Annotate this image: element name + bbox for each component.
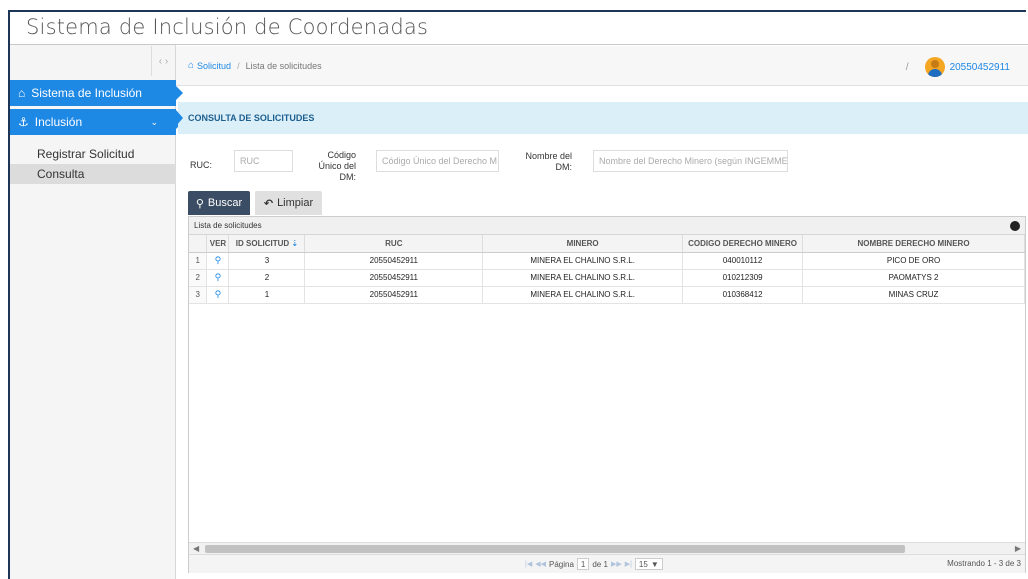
results-grid: Lista de solicitudes VER ID SOLICITUD ⇣ … xyxy=(188,216,1026,573)
breadcrumb-link-solicitud[interactable]: Solicitud xyxy=(197,61,231,71)
undo-icon: ↶ xyxy=(263,197,274,210)
magnifier-icon[interactable]: ⚲ xyxy=(215,289,222,299)
collapse-icon[interactable] xyxy=(1010,221,1020,231)
sort-icon: ⇣ xyxy=(291,238,299,248)
table-row[interactable]: 2 ⚲ 2 20550452911 MINERA EL CHALINO S.R.… xyxy=(189,269,1025,287)
user-separator: / xyxy=(905,61,909,73)
sidebar-item-inclusion[interactable]: ⚓ Inclusión ⌄ xyxy=(10,109,183,135)
rows-per-page-select[interactable]: 15 ▼ xyxy=(634,558,663,570)
home-icon[interactable]: ⌂ xyxy=(188,60,194,71)
last-page-icon[interactable]: ▶| xyxy=(625,560,632,568)
column-header xyxy=(189,235,208,253)
column-header-label: ID SOLICITUD xyxy=(235,238,290,248)
sidebar-subitem-registrar-solicitud[interactable]: Registrar Solicitud xyxy=(10,144,176,164)
table-row[interactable]: 1 ⚲ 3 20550452911 MINERA EL CHALINO S.R.… xyxy=(189,252,1025,270)
table-header-row: VER ID SOLICITUD ⇣ RUC MINERO CODIGO DER… xyxy=(189,235,1025,253)
user-name[interactable]: 20550452911 xyxy=(950,62,1010,73)
column-header-codigo[interactable]: CODIGO DERECHO MINERO xyxy=(682,235,804,253)
pager-controls: |◀ ◀◀ Página 1 de 1 ▶▶ ▶| 15 ▼ xyxy=(525,558,663,570)
column-header-ver[interactable]: VER xyxy=(206,235,230,253)
app-title: Sistema de Inclusión de Coordenadas xyxy=(26,15,429,39)
anchor-icon: ⚓ xyxy=(18,115,29,129)
sidebar-item-label: Sistema de Inclusión xyxy=(31,86,142,100)
search-icon: ⚲ xyxy=(195,197,204,210)
column-header-minero[interactable]: MINERO xyxy=(482,235,684,253)
avatar xyxy=(924,57,945,77)
sidebar-item-label: Inclusión xyxy=(34,115,83,129)
home-icon: ⌂ xyxy=(18,86,26,100)
cell-id: 3 xyxy=(228,252,306,270)
view-cell[interactable]: ⚲ xyxy=(206,252,230,270)
breadcrumb: ⌂ Solicitud / Lista de solicitudes xyxy=(188,60,322,71)
cell-minero: MINERA EL CHALINO S.R.L. xyxy=(482,269,684,287)
grid-caption-label: Lista de solicitudes xyxy=(194,221,262,230)
cell-codigo: 010212309 xyxy=(682,269,804,287)
scrollbar-thumb[interactable] xyxy=(205,545,905,553)
column-header-ruc[interactable]: RUC xyxy=(304,235,484,253)
search-button[interactable]: ⚲ Buscar xyxy=(188,191,250,215)
cell-nombre: MINAS CRUZ xyxy=(802,286,1025,304)
cell-ruc: 20550452911 xyxy=(304,252,484,270)
codigo-label: Código Único del DM: xyxy=(300,150,356,183)
page-input[interactable]: 1 xyxy=(576,558,590,570)
ruc-input[interactable] xyxy=(234,150,293,172)
cell-id: 1 xyxy=(228,286,306,304)
nombre-label-line: Nombre del xyxy=(525,151,572,161)
codigo-input[interactable] xyxy=(376,150,499,172)
nombre-input[interactable] xyxy=(593,150,788,172)
cell-minero: MINERA EL CHALINO S.R.L. xyxy=(482,252,684,270)
cell-id: 2 xyxy=(228,269,306,287)
scroll-right-icon[interactable]: ▶ xyxy=(1015,544,1021,553)
page-count: de 1 xyxy=(592,559,608,569)
first-page-icon[interactable]: |◀ xyxy=(525,560,532,568)
grid-caption: Lista de solicitudes xyxy=(189,217,1025,235)
sidebar-subitem-consulta[interactable]: Consulta xyxy=(10,164,176,184)
row-number: 3 xyxy=(189,286,208,304)
cell-nombre: PAOMATYS 2 xyxy=(802,269,1025,287)
row-number: 2 xyxy=(189,269,208,287)
magnifier-icon[interactable]: ⚲ xyxy=(215,255,222,265)
column-header-id-solicitud[interactable]: ID SOLICITUD ⇣ xyxy=(228,235,306,253)
search-button-label: Buscar xyxy=(207,197,243,209)
ruc-label: RUC: xyxy=(190,160,212,170)
breadcrumb-bar: ⌂ Solicitud / Lista de solicitudes / 205… xyxy=(176,46,1028,86)
prev-page-icon[interactable]: ◀◀ xyxy=(535,560,546,568)
section-title: CONSULTA DE SOLICITUDES xyxy=(188,113,315,123)
row-number: 1 xyxy=(189,252,208,270)
user-menu[interactable]: / 20550452911 xyxy=(906,57,1010,77)
cell-minero: MINERA EL CHALINO S.R.L. xyxy=(482,286,684,304)
clear-button-label: Limpiar xyxy=(277,197,314,209)
magnifier-icon[interactable]: ⚲ xyxy=(215,272,222,282)
table-row[interactable]: 3 ⚲ 1 20550452911 MINERA EL CHALINO S.R.… xyxy=(189,286,1025,304)
nombre-label-line: DM: xyxy=(555,162,573,172)
pager: |◀ ◀◀ Página 1 de 1 ▶▶ ▶| 15 ▼ Mostrando… xyxy=(189,554,1025,573)
rows-per-page-value: 15 xyxy=(638,559,648,569)
next-page-icon[interactable]: ▶▶ xyxy=(611,560,622,568)
scroll-left-icon[interactable]: ◀ xyxy=(193,544,199,553)
nombre-label: Nombre del DM: xyxy=(512,151,572,173)
results-table: VER ID SOLICITUD ⇣ RUC MINERO CODIGO DER… xyxy=(189,235,1025,304)
codigo-label-line: Código xyxy=(327,150,356,160)
section-header: CONSULTA DE SOLICITUDES xyxy=(176,102,1028,134)
page-label: Página xyxy=(548,559,574,569)
breadcrumb-separator: / xyxy=(237,60,240,71)
cell-codigo: 010368412 xyxy=(682,286,804,304)
cell-nombre: PICO DE ORO xyxy=(802,252,1025,270)
column-header-nombre[interactable]: NOMBRE DERECHO MINERO xyxy=(802,235,1025,253)
sidebar-item-sistema-inclusion[interactable]: ⌂ Sistema de Inclusión xyxy=(10,80,183,106)
view-cell[interactable]: ⚲ xyxy=(206,286,230,304)
clear-button[interactable]: ↶ Limpiar xyxy=(255,191,322,215)
breadcrumb-current: Lista de solicitudes xyxy=(245,60,322,71)
sidebar-toggle-button[interactable]: ‹ › xyxy=(151,46,175,76)
pager-info: Mostrando 1 - 3 de 3 xyxy=(947,559,1021,568)
horizontal-scrollbar[interactable]: ◀ ▶ xyxy=(189,542,1025,554)
cell-ruc: 20550452911 xyxy=(304,286,484,304)
chevron-down-icon: ⌄ xyxy=(150,116,158,127)
codigo-label-line: Único del xyxy=(318,161,356,171)
view-cell[interactable]: ⚲ xyxy=(206,269,230,287)
dropdown-arrow-icon: ▼ xyxy=(650,559,659,569)
cell-ruc: 20550452911 xyxy=(304,269,484,287)
codigo-label-line: DM: xyxy=(339,172,357,182)
cell-codigo: 040010112 xyxy=(682,252,804,270)
